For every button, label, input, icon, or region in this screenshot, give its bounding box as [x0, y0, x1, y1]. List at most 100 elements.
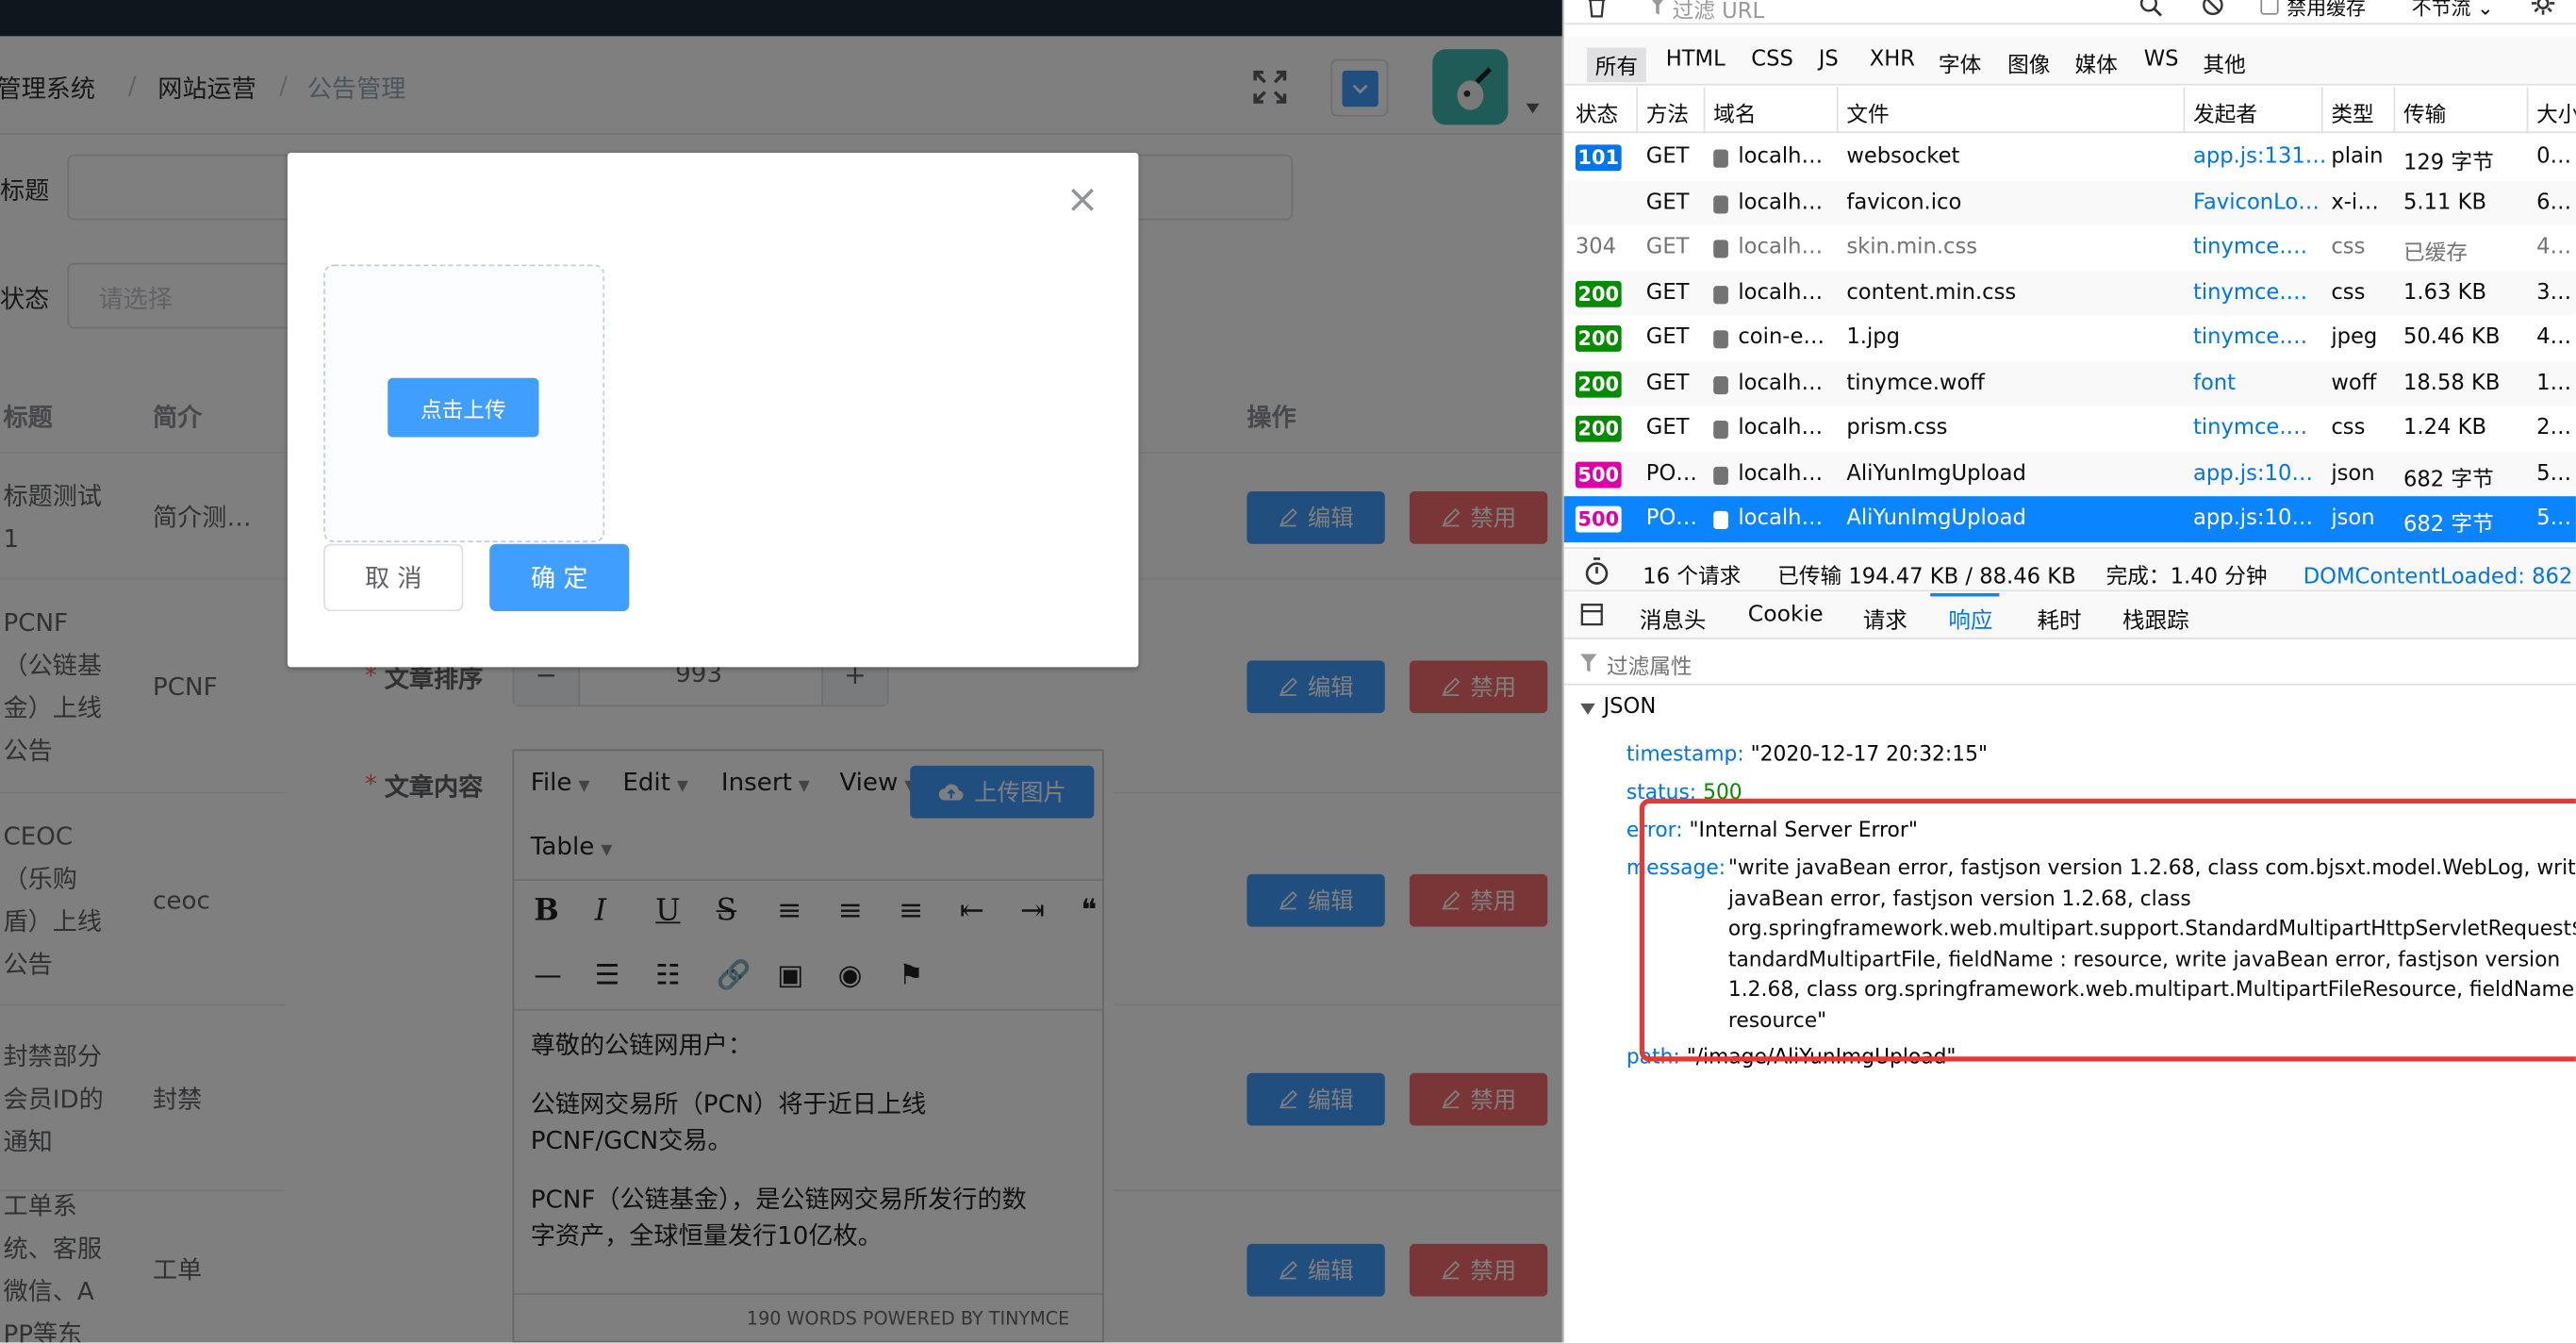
request-row[interactable]: 101 GET localh… websocket app.js:131… plain 12… [1564, 135, 2576, 180]
request-initiator[interactable]: app.js:10… [2193, 461, 2324, 486]
lock-icon [1713, 240, 1728, 258]
filter-properties-bar: 过滤属性 [1563, 640, 2576, 686]
type-tab[interactable]: HTML [1666, 48, 1726, 73]
type-tab[interactable]: 字体 [1939, 48, 1981, 78]
type-tab[interactable]: WS [2144, 48, 2179, 73]
request-table-header: 状态 方法 域名 文件 发起者 类型 传输 大小 [1563, 87, 2576, 134]
confirm-button[interactable]: 确 定 [489, 543, 630, 612]
request-initiator[interactable]: FaviconLo… [2193, 190, 2324, 214]
request-initiator[interactable]: font [2193, 371, 2324, 395]
gear-icon[interactable] [2530, 0, 2556, 16]
request-file: skin.min.css [1846, 235, 1978, 260]
request-size: 1… [2536, 370, 2572, 396]
column-header[interactable]: 状态 [1576, 97, 1618, 128]
request-count: 16 个请求 [1643, 565, 1742, 590]
request-initiator[interactable]: tinymce.… [2193, 235, 2324, 259]
request-method: GET [1645, 280, 1690, 306]
throttle-select[interactable]: 不节流 ⌄ [2412, 0, 2494, 22]
request-row[interactable]: 500 PO… localh… AliYunImgUpload app.js:10… js… [1563, 451, 2576, 497]
column-header[interactable]: 发起者 [2193, 97, 2257, 128]
column-divider [2393, 87, 2396, 134]
request-size: 5… [2536, 506, 2572, 531]
request-domain: localh… [1738, 370, 1824, 396]
request-row[interactable]: 304 GET localh… skin.min.css tinymce.… css 已缓存… [1564, 225, 2576, 271]
type-tab[interactable]: 媒体 [2075, 48, 2118, 78]
json-section-header[interactable]: JSON [1564, 687, 2576, 731]
request-row[interactable]: 500 PO… localh… AliYunImgUpload app.js:10… js… [1563, 496, 2576, 542]
column-header[interactable]: 传输 [2403, 97, 2446, 128]
type-tab[interactable]: 所有 [1587, 47, 1646, 83]
column-header[interactable]: 类型 [2331, 97, 2373, 128]
request-transfer: 18.58 KB [2403, 370, 2501, 396]
request-type-tabs: 所有 HTML CSS JS XHR 字体 图像 媒体 WS 其他 [1563, 36, 2576, 86]
request-initiator[interactable]: app.js:131… [2193, 144, 2324, 169]
active-tab-indicator [1930, 592, 2000, 597]
request-type: woff [2331, 370, 2377, 396]
type-tab[interactable]: 其他 [2203, 48, 2245, 78]
request-file: prism.css [1846, 415, 1948, 440]
search-icon[interactable] [2138, 0, 2162, 17]
request-row[interactable]: 200 GET localh… content.min.css tinymce.… css… [1563, 270, 2576, 316]
request-initiator[interactable]: tinymce.… [2193, 325, 2324, 350]
detail-tab[interactable]: 耗时 [2037, 602, 2081, 635]
column-header[interactable]: 域名 [1713, 97, 1756, 128]
request-domain: localh… [1738, 190, 1824, 215]
request-type: x-i… [2331, 190, 2379, 215]
detail-tab[interactable]: Cookie [1748, 602, 1824, 628]
request-transfer: 682 字节 [2403, 467, 2494, 492]
status-code: 200 [1575, 415, 1622, 442]
request-method: GET [1645, 324, 1690, 351]
type-tab[interactable]: CSS [1751, 48, 1793, 73]
type-tab[interactable]: JS [1819, 48, 1839, 73]
stopwatch-icon[interactable] [1584, 557, 1610, 586]
cancel-button[interactable]: 取 消 [323, 543, 464, 612]
request-size: 4… [2536, 324, 2572, 351]
dom-content-loaded: DOMContentLoaded: 862 毫 [2303, 565, 2576, 590]
block-icon[interactable] [2202, 0, 2224, 16]
lock-icon [1713, 285, 1728, 304]
request-transfer: 1.63 KB [2403, 280, 2487, 306]
request-row[interactable]: 200 GET localh… prism.css tinymce.… css 1.24 K… [1564, 406, 2576, 451]
request-file: websocket [1846, 144, 1960, 170]
sidebar-toggle-icon[interactable] [1580, 603, 1603, 626]
highlight-box [1639, 798, 2576, 1062]
detail-tab[interactable]: 响应 [1948, 602, 1992, 635]
request-file: AliYunImgUpload [1846, 460, 2026, 486]
filter-url-input[interactable]: 过滤 URL [1673, 0, 1764, 25]
filter-properties-input[interactable]: 过滤属性 [1607, 649, 1693, 680]
transferred-size: 已传输 194.47 KB / 88.46 KB [1777, 565, 2076, 590]
column-header[interactable]: 大小 [2536, 97, 2576, 128]
request-initiator[interactable]: tinymce.… [2193, 416, 2324, 440]
detail-tab[interactable]: 请求 [1863, 602, 1907, 635]
click-upload-button[interactable]: 点击上传 [388, 377, 539, 438]
filter-icon [1580, 654, 1597, 672]
disable-cache-checkbox[interactable] [2260, 0, 2279, 15]
request-file: content.min.css [1846, 280, 2017, 306]
request-size: 4… [2536, 235, 2572, 260]
request-domain: localh… [1738, 280, 1824, 306]
detail-tab[interactable]: 消息头 [1640, 602, 1707, 635]
request-transfer: 5.11 KB [2403, 190, 2487, 215]
type-tab[interactable]: 图像 [2007, 48, 2050, 78]
type-tab[interactable]: XHR [1870, 48, 1915, 73]
request-size: 0… [2536, 144, 2572, 170]
chevron-down-icon [1580, 703, 1595, 715]
upload-area[interactable]: 点击上传 [323, 264, 605, 542]
close-icon[interactable]: × [1066, 179, 1099, 219]
column-divider [2183, 87, 2186, 134]
upload-dialog: × 点击上传 取 消 确 定 [287, 153, 1139, 668]
lock-icon [1713, 375, 1728, 394]
request-initiator[interactable]: tinymce.… [2193, 280, 2324, 305]
request-row[interactable]: 200 GET coin-e… 1.jpg tinymce.… jpeg 50.46 KB 4… [1564, 316, 2576, 361]
trash-icon[interactable] [1587, 0, 1607, 18]
column-header[interactable]: 方法 [1646, 97, 1689, 128]
status-code: 200 [1575, 324, 1622, 352]
json-key: timestamp: [1626, 740, 1744, 766]
request-domain: coin-e… [1738, 324, 1825, 351]
detail-tab[interactable]: 栈跟踪 [2122, 602, 2189, 635]
request-method: GET [1645, 415, 1690, 440]
request-row[interactable]: 200 GET localh… tinymce.woff font woff 18.58 K… [1563, 360, 2576, 406]
request-initiator[interactable]: app.js:10… [2193, 506, 2324, 531]
request-row[interactable]: GET localh… favicon.ico FaviconLo… x-i… 5.11 … [1563, 179, 2576, 225]
column-header[interactable]: 文件 [1846, 97, 1889, 128]
